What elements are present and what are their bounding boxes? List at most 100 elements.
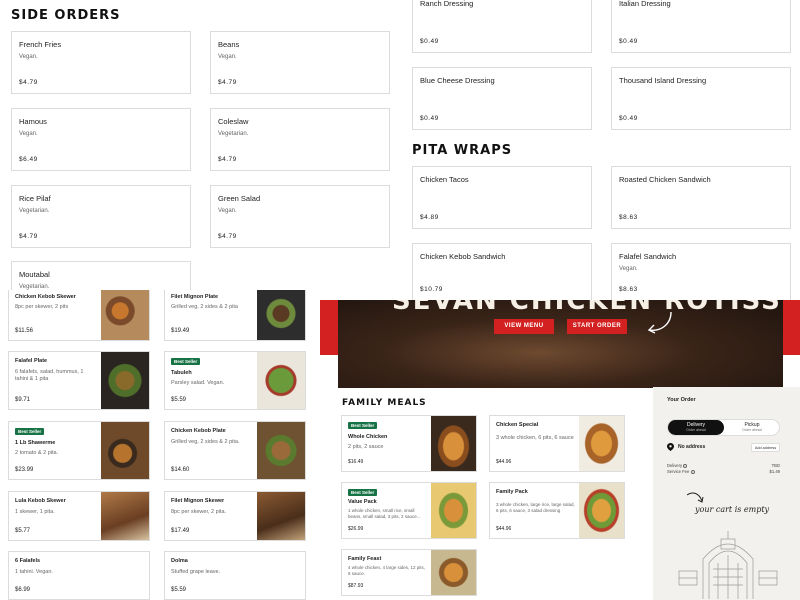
arrow-icon: [647, 311, 672, 334]
item-price: $8.63: [619, 286, 638, 293]
menu-item-card[interactable]: Best Seller Whole Chicken 2 pits, 2 sauc…: [341, 415, 477, 472]
view-menu-button[interactable]: VIEW MENU: [494, 319, 554, 334]
info-icon[interactable]: [683, 463, 688, 468]
item-description: 4 whole chicken, 4 large sides, 12 pits,…: [348, 565, 426, 577]
item-price: $0.49: [619, 115, 638, 122]
menu-item-card[interactable]: 6 Falafels 1 tahini. Vegan. $6.99: [8, 551, 150, 600]
no-address-text: No address: [678, 444, 706, 450]
item-description: Stuffed grape leave.: [171, 569, 221, 575]
menu-item-card[interactable]: Chicken Special 3 whole chicken, 6 pits,…: [489, 415, 625, 472]
menu-item-card[interactable]: Beans Vegan. $4.79: [210, 31, 390, 94]
item-price: $4.79: [218, 233, 237, 240]
food-photo: [101, 352, 149, 409]
item-name: Whole Chicken: [348, 434, 388, 440]
item-price: $9.71: [15, 397, 31, 403]
menu-item-card[interactable]: Italian Dressing $0.49: [611, 0, 791, 53]
menu-item-card[interactable]: Rice Pilaf Vegetarian. $4.79: [11, 185, 191, 248]
plates-panel: Chicken Kebob Skewer 8pc per skewer, 2 p…: [0, 290, 320, 600]
item-name: Family Feast: [348, 556, 382, 562]
best-seller-badge: Best Seller: [348, 422, 378, 429]
menu-item-card[interactable]: Hamous Vegan. $6.49: [11, 108, 191, 171]
menu-item-card[interactable]: Ranch Dressing $0.49: [412, 0, 592, 53]
item-price: $44.96: [496, 459, 512, 465]
order-mode-toggle[interactable]: Delivery Order ahead Pickup Order ahead: [667, 419, 780, 436]
item-price: $4.89: [420, 214, 439, 221]
item-name: Italian Dressing: [619, 0, 671, 8]
food-photo: [579, 416, 624, 471]
item-name: Chicken Special: [496, 422, 539, 428]
item-price: $8.63: [619, 214, 638, 221]
item-price: $0.49: [420, 38, 439, 45]
info-icon[interactable]: [690, 469, 695, 474]
item-price: $5.77: [15, 528, 31, 534]
menu-item-card[interactable]: Best Seller Value Pack 1 whole chicken, …: [341, 482, 477, 539]
menu-item-card[interactable]: Family Pack 3 whole chicken, large rice,…: [489, 482, 625, 539]
item-description: 8pc per skewer, 2 pits: [15, 304, 69, 310]
menu-item-card[interactable]: Falafel Sandwich Vegan. $8.63: [611, 243, 791, 301]
item-description: 1 tahini. Vegan.: [15, 569, 53, 575]
item-price: $87.93: [348, 583, 364, 589]
item-name: Chicken Kebob Sandwich: [420, 252, 506, 261]
menu-item-card[interactable]: Chicken Kebob Skewer 8pc per skewer, 2 p…: [8, 290, 150, 341]
add-address-button[interactable]: Add address: [751, 443, 780, 452]
menu-item-card[interactable]: French Fries Vegan. $4.79: [11, 31, 191, 94]
item-description: Vegan.: [218, 208, 237, 214]
food-photo: [257, 290, 305, 340]
item-price: $11.56: [15, 328, 33, 334]
menu-item-card[interactable]: Roasted Chicken Sandwich $8.63: [611, 166, 791, 229]
item-price: $4.79: [218, 79, 237, 86]
menu-item-card[interactable]: Falafel Plate 6 falafels, salad, hummus,…: [8, 351, 150, 410]
item-name: Rice Pilaf: [19, 194, 51, 203]
item-price: $26.99: [348, 526, 364, 532]
item-name: Roasted Chicken Sandwich: [619, 175, 711, 184]
item-description: Grilled veg, 2 sides & 2 pita.: [171, 439, 240, 445]
menu-item-card[interactable]: Coleslaw Vegetarian. $4.79: [210, 108, 390, 171]
item-name: Tabuleh: [171, 370, 192, 376]
food-photo: [257, 352, 305, 409]
item-description: 1 skewer, 1 pita.: [15, 509, 55, 515]
service-fee-label: Service Fee: [667, 469, 695, 474]
item-price: $0.49: [619, 38, 638, 45]
menu-item-card[interactable]: Filet Mignon Skewer 8pc per skewer, 2 pi…: [164, 491, 306, 541]
menu-item-card[interactable]: Dolma Stuffed grape leave. $5.59: [164, 551, 306, 600]
start-order-button[interactable]: START ORDER: [567, 319, 627, 334]
food-photo: [431, 483, 476, 538]
item-description: 1 whole chicken, small rice, small beans…: [348, 508, 421, 520]
item-description: Parsley salad. Vegan.: [171, 380, 225, 386]
item-name: Blue Cheese Dressing: [420, 76, 495, 85]
service-fee-value: $1.49: [769, 469, 780, 474]
item-name: Thousand Island Dressing: [619, 76, 707, 85]
cart-title: Your Order: [667, 397, 696, 403]
menu-item-card[interactable]: Green Salad Vegan. $4.79: [210, 185, 390, 248]
menu-item-card[interactable]: Chicken Tacos $4.89: [412, 166, 592, 229]
food-photo: [101, 492, 149, 540]
item-price: $6.49: [19, 156, 38, 163]
menu-item-card[interactable]: Lula Kebob Skewer 1 skewer, 1 pita. $5.7…: [8, 491, 150, 541]
best-seller-badge: Best Seller: [348, 489, 378, 496]
delivery-option[interactable]: Delivery Order ahead: [668, 420, 724, 435]
item-price: $4.79: [19, 233, 38, 240]
menu-item-card[interactable]: Thousand Island Dressing $0.49: [611, 67, 791, 130]
menu-item-card[interactable]: Family Feast 4 whole chicken, 4 large si…: [341, 549, 477, 596]
item-price: $16.49: [348, 459, 364, 465]
menu-item-card[interactable]: Best Seller 1 Lb Shawerme 2 tomato & 2 p…: [8, 421, 150, 480]
side-orders-title: SIDE ORDERS: [11, 8, 121, 23]
pickup-option[interactable]: Pickup Order ahead: [724, 420, 780, 435]
food-photo: [101, 290, 149, 340]
menu-item-card[interactable]: Filet Mignon Plate Grilled veg, 2 sides …: [164, 290, 306, 341]
menu-item-card[interactable]: Chicken Kebob Sandwich $10.79: [412, 243, 592, 301]
menu-item-card[interactable]: Best Seller Tabuleh Parsley salad. Vegan…: [164, 351, 306, 410]
item-name: Green Salad: [218, 194, 261, 203]
food-photo: [257, 492, 305, 540]
item-name: Value Pack: [348, 499, 377, 505]
menu-item-card[interactable]: Chicken Kebob Plate Grilled veg, 2 sides…: [164, 421, 306, 480]
hero-title: SEVAN CHICKEN ROTISSERIE: [392, 300, 783, 316]
item-price: $4.79: [19, 79, 38, 86]
restaurant-page: SEVAN CHICKEN ROTISSERIE VIEW MENU START…: [320, 300, 800, 600]
item-name: Chicken Kebob Plate: [171, 428, 226, 434]
item-name: Dolma: [171, 558, 188, 564]
item-description: Vegan.: [619, 266, 638, 272]
menu-item-card[interactable]: Blue Cheese Dressing $0.49: [412, 67, 592, 130]
item-price: $10.79: [420, 286, 443, 293]
delivery-fee-label: Delivery: [667, 463, 688, 468]
